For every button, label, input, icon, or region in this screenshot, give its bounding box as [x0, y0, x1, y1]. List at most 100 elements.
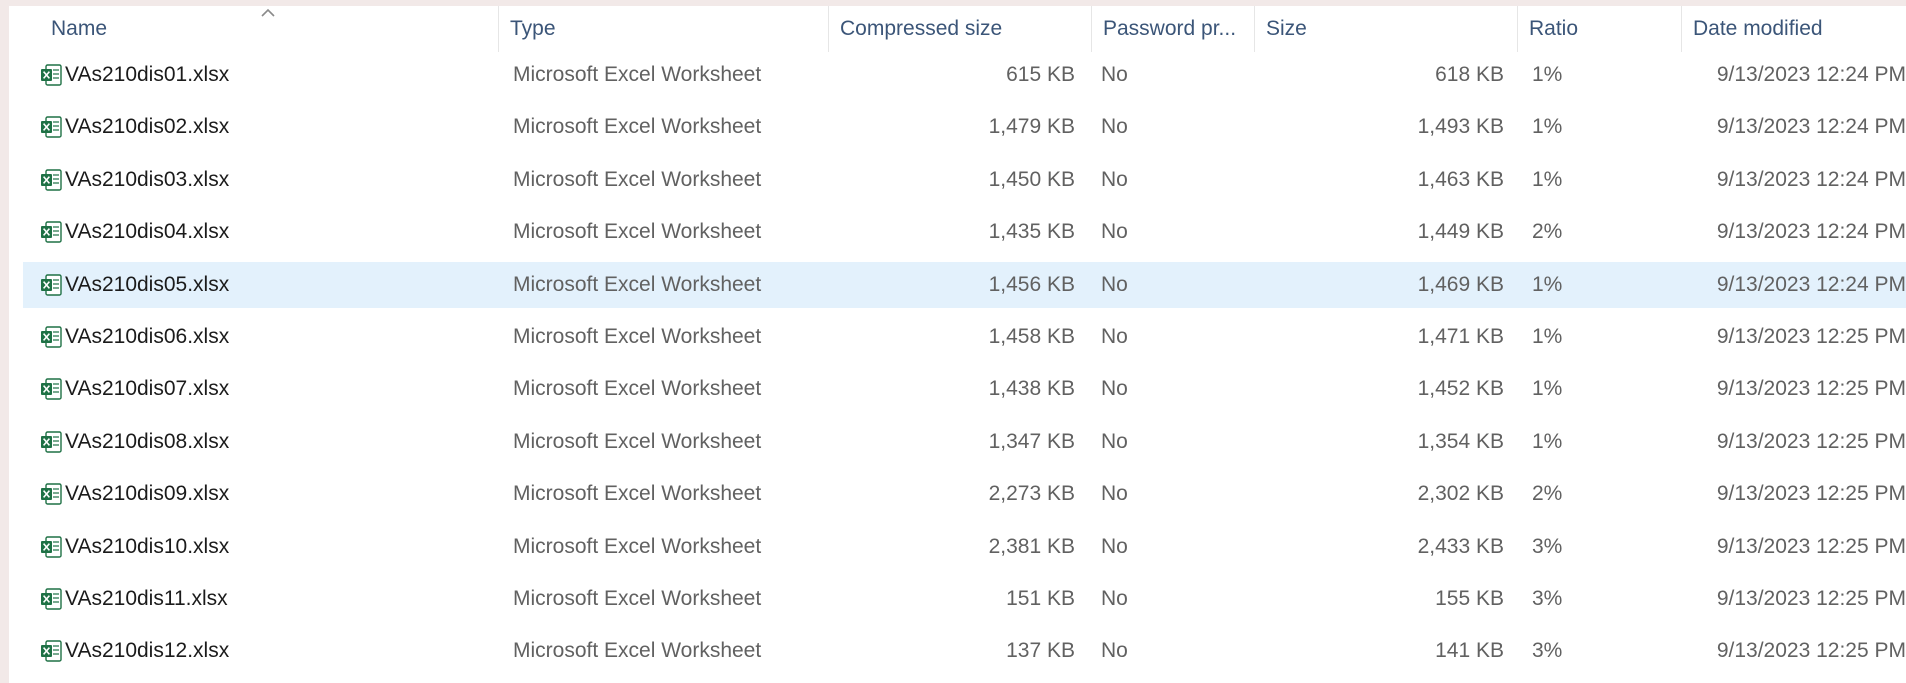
- compression-ratio: 3%: [1532, 639, 1563, 663]
- compression-ratio: 1%: [1532, 167, 1563, 191]
- file-name: VAs210dis05.xlsx: [65, 272, 230, 296]
- date-modified: 9/13/2023 12:24 PM: [1716, 220, 1906, 244]
- table-row[interactable]: VAs210dis06.xlsx Microsoft Excel Workshee…: [23, 314, 1906, 360]
- compression-ratio: 2%: [1532, 220, 1563, 244]
- compression-ratio: 3%: [1532, 587, 1563, 610]
- file-name: VAs210dis07.xlsx: [65, 377, 230, 401]
- file-size: 1,354 KB: [1417, 429, 1504, 453]
- table-row[interactable]: VAs210dis03.xlsx Microsoft Excel Workshee…: [23, 157, 1906, 203]
- compression-ratio: 1%: [1532, 115, 1563, 139]
- password-protected: No: [1101, 429, 1128, 453]
- excel-file-icon: [41, 221, 62, 243]
- compression-ratio: 1%: [1532, 429, 1563, 453]
- excel-file-icon: [41, 535, 62, 558]
- table-row[interactable]: VAs210dis12.xlsx Microsoft Excel Workshee…: [23, 628, 1906, 674]
- sort-ascending-icon: [261, 8, 275, 17]
- file-name: VAs210dis03.xlsx: [65, 167, 230, 191]
- compression-ratio: 1%: [1532, 377, 1563, 401]
- file-type: Microsoft Excel Worksheet: [513, 272, 762, 296]
- file-type: Microsoft Excel Worksheet: [513, 63, 762, 86]
- date-modified: 9/13/2023 12:25 PM: [1716, 429, 1906, 453]
- date-modified: 9/13/2023 12:25 PM: [1716, 482, 1906, 506]
- excel-file-icon: [41, 588, 62, 610]
- file-size: 155 KB: [1435, 587, 1504, 610]
- compressed-size: 2,273 KB: [988, 482, 1075, 506]
- compression-ratio: 1%: [1532, 272, 1563, 296]
- file-type: Microsoft Excel Worksheet: [513, 587, 762, 610]
- excel-file-icon: [41, 378, 62, 401]
- table-row[interactable]: VAs210dis04.xlsx Microsoft Excel Workshee…: [23, 209, 1906, 255]
- table-row[interactable]: VAs210dis07.xlsx Microsoft Excel Workshee…: [23, 366, 1906, 412]
- date-modified: 9/13/2023 12:24 PM: [1716, 272, 1906, 296]
- table-row[interactable]: VAs210dis08.xlsx Microsoft Excel Workshee…: [23, 419, 1906, 465]
- excel-file-icon: [41, 273, 62, 296]
- column-header-password-protected[interactable]: Password pr...: [1091, 6, 1255, 52]
- password-protected: No: [1101, 534, 1128, 558]
- file-name: VAs210dis08.xlsx: [65, 429, 230, 453]
- compression-ratio: 3%: [1532, 534, 1563, 558]
- file-type: Microsoft Excel Worksheet: [513, 482, 762, 506]
- column-header-date-modified[interactable]: Date modified: [1681, 6, 1906, 52]
- column-header-compressed-size[interactable]: Compressed size: [828, 6, 1092, 52]
- file-size: 1,493 KB: [1417, 115, 1504, 139]
- column-header-type[interactable]: Type: [498, 6, 828, 52]
- date-modified: 9/13/2023 12:25 PM: [1716, 587, 1906, 610]
- file-size: 2,433 KB: [1417, 534, 1504, 558]
- file-type: Microsoft Excel Worksheet: [513, 167, 762, 191]
- compression-ratio: 1%: [1532, 325, 1563, 348]
- file-size: 2,302 KB: [1417, 482, 1504, 506]
- password-protected: No: [1101, 272, 1128, 296]
- column-header-name[interactable]: Name: [40, 6, 430, 52]
- file-name: VAs210dis11.xlsx: [65, 587, 228, 610]
- compressed-size: 1,450 KB: [988, 167, 1075, 191]
- password-protected: No: [1101, 482, 1128, 506]
- password-protected: No: [1101, 167, 1128, 191]
- compressed-size: 1,435 KB: [988, 220, 1075, 244]
- excel-file-icon: [41, 326, 62, 348]
- file-type: Microsoft Excel Worksheet: [513, 534, 762, 558]
- table-row[interactable]: VAs210dis01.xlsx Microsoft Excel Workshee…: [23, 52, 1906, 98]
- compressed-size: 1,479 KB: [988, 115, 1075, 139]
- excel-file-icon: [41, 116, 62, 139]
- file-size: 1,469 KB: [1417, 272, 1504, 296]
- file-size: 1,452 KB: [1417, 377, 1504, 401]
- column-header-bar: Name Type Compressed size Password pr...…: [9, 6, 1906, 52]
- table-row[interactable]: VAs210dis05.xlsx Microsoft Excel Workshee…: [23, 261, 1906, 308]
- password-protected: No: [1101, 587, 1128, 610]
- file-name: VAs210dis06.xlsx: [65, 325, 230, 348]
- file-size: 141 KB: [1435, 639, 1504, 663]
- excel-file-icon: [41, 431, 62, 453]
- file-name: VAs210dis04.xlsx: [65, 220, 230, 244]
- date-modified: 9/13/2023 12:25 PM: [1716, 377, 1906, 401]
- password-protected: No: [1101, 377, 1128, 401]
- excel-file-icon: [41, 64, 62, 86]
- compression-ratio: 2%: [1532, 482, 1563, 506]
- column-header-size[interactable]: Size: [1254, 6, 1518, 52]
- file-name: VAs210dis09.xlsx: [65, 482, 230, 506]
- compressed-size: 615 KB: [1006, 63, 1075, 86]
- file-type: Microsoft Excel Worksheet: [513, 377, 762, 401]
- file-type: Microsoft Excel Worksheet: [513, 115, 762, 139]
- file-size: 1,471 KB: [1417, 325, 1504, 348]
- compression-ratio: 1%: [1532, 63, 1563, 86]
- password-protected: No: [1101, 115, 1128, 139]
- file-type: Microsoft Excel Worksheet: [513, 220, 762, 244]
- excel-file-icon: [41, 640, 62, 663]
- compressed-size: 1,347 KB: [988, 429, 1075, 453]
- file-name: VAs210dis12.xlsx: [65, 639, 230, 663]
- password-protected: No: [1101, 220, 1128, 244]
- date-modified: 9/13/2023 12:25 PM: [1716, 534, 1906, 558]
- table-row[interactable]: VAs210dis11.xlsx Microsoft Excel Workshee…: [23, 576, 1906, 622]
- column-header-ratio[interactable]: Ratio: [1517, 6, 1682, 52]
- table-row[interactable]: VAs210dis02.xlsx Microsoft Excel Workshee…: [23, 104, 1906, 150]
- date-modified: 9/13/2023 12:25 PM: [1716, 639, 1906, 663]
- table-row[interactable]: VAs210dis09.xlsx Microsoft Excel Workshee…: [23, 471, 1906, 517]
- password-protected: No: [1101, 639, 1128, 663]
- file-list-window: Name Type Compressed size Password pr...…: [9, 6, 1906, 683]
- table-row[interactable]: VAs210dis10.xlsx Microsoft Excel Workshee…: [23, 524, 1906, 570]
- date-modified: 9/13/2023 12:24 PM: [1716, 115, 1906, 139]
- file-name: VAs210dis10.xlsx: [65, 534, 230, 558]
- compressed-size: 1,438 KB: [988, 377, 1075, 401]
- compressed-size: 151 KB: [1006, 587, 1075, 610]
- date-modified: 9/13/2023 12:24 PM: [1716, 167, 1906, 191]
